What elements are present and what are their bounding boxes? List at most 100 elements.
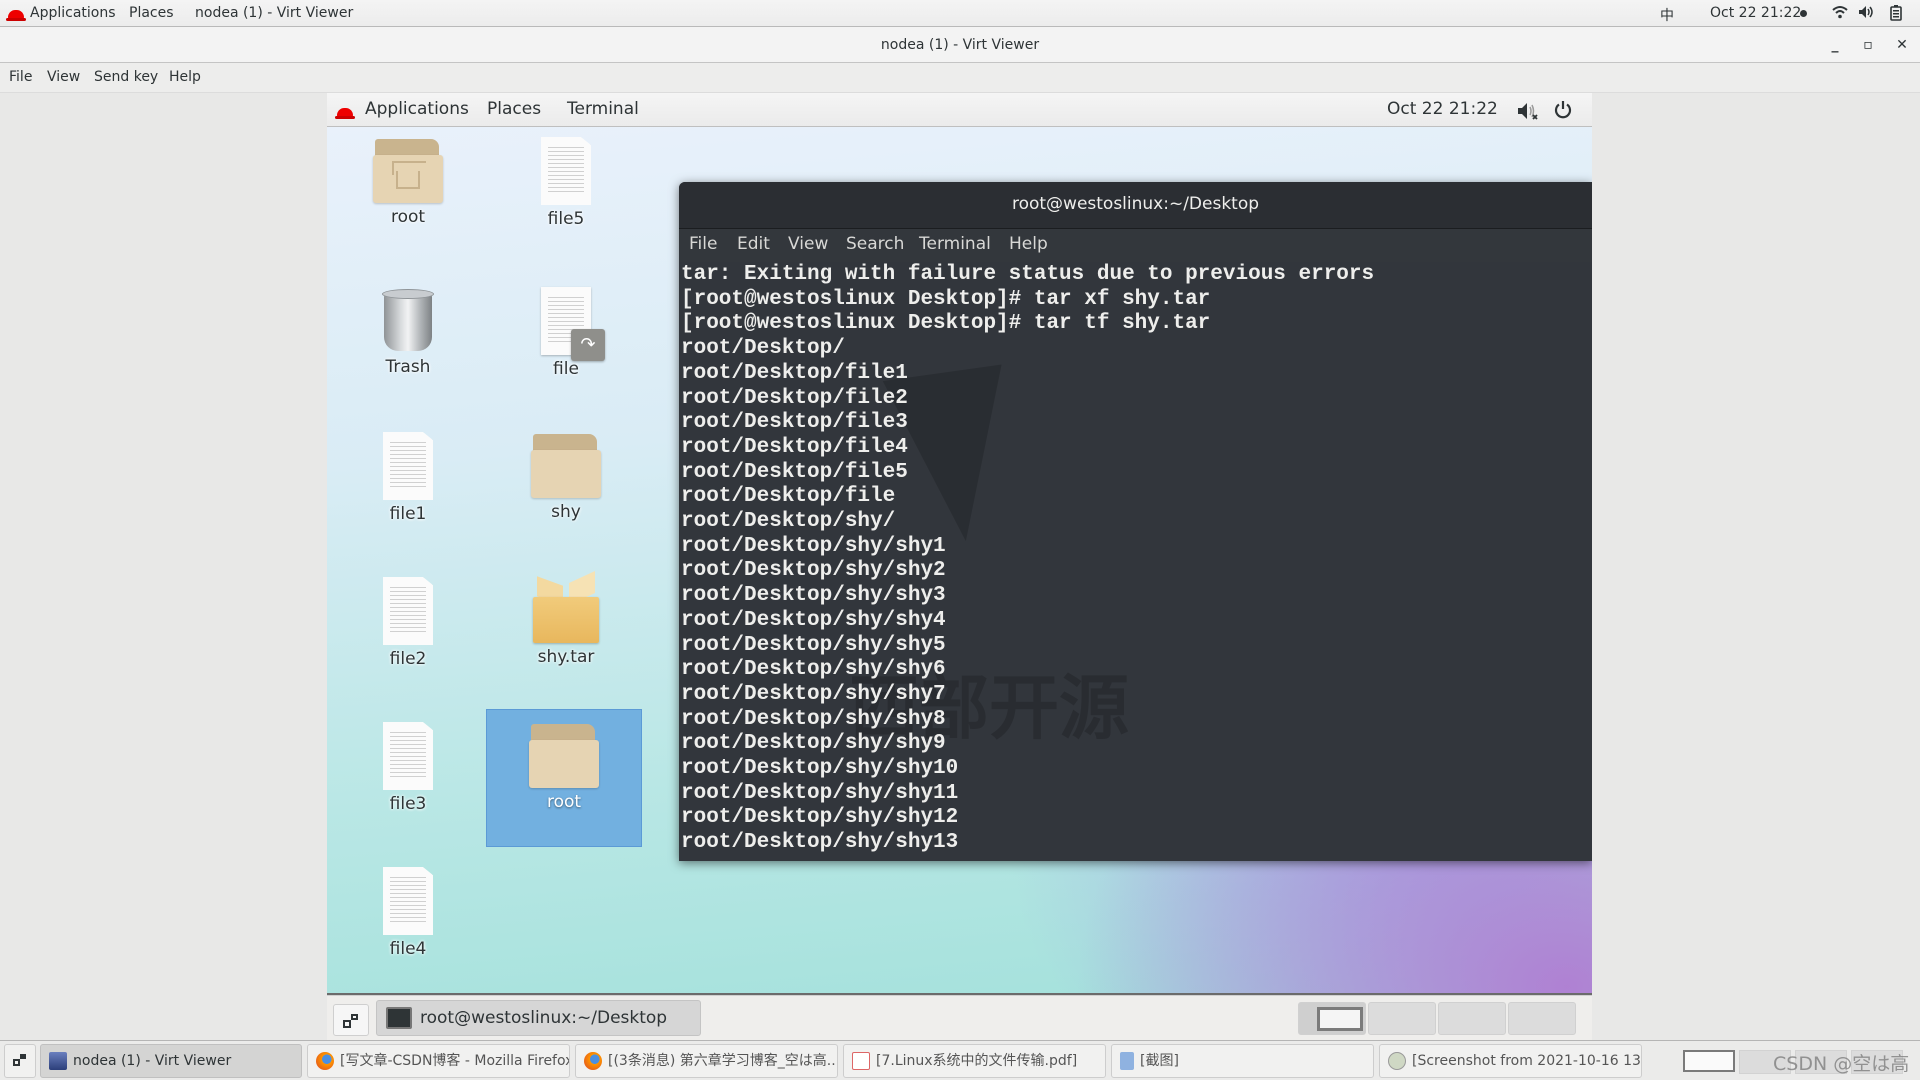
terminal-line: [root@westoslinux Desktop]# tar tf shy.t… (681, 312, 1211, 336)
terminal-menu-search[interactable]: Search (846, 234, 904, 254)
close-button[interactable]: ✕ (1887, 27, 1917, 63)
guest-clock[interactable]: Oct 22 21:22 (1387, 99, 1498, 119)
menu-view[interactable]: View (47, 69, 80, 85)
folder-icon (529, 722, 599, 788)
workspace-4[interactable] (1508, 1002, 1576, 1035)
input-method-indicator[interactable]: 中 (1660, 5, 1674, 25)
terminal-app-icon (386, 1007, 412, 1029)
app-menubar: File View Send key Help (0, 63, 1920, 93)
host-top-bar: Applications Places nodea (1) - Virt Vie… (0, 0, 1920, 27)
terminal-title-bar[interactable]: root@westoslinux:~/Desktop (679, 182, 1592, 229)
desktop-icon-root-folder[interactable]: root (486, 709, 642, 847)
host-active-window-label[interactable]: nodea (1) - Virt Viewer (195, 5, 353, 21)
host-task-firefox-blog[interactable]: [(3条消息) 第六章学习博客_空は高... (575, 1044, 838, 1078)
host-task-virt-viewer[interactable]: nodea (1) - Virt Viewer (40, 1044, 302, 1078)
guest-task-label: root@westoslinux:~/Desktop (420, 1008, 668, 1028)
archive-icon (533, 570, 599, 643)
desktop-icon-trash[interactable]: Trash (343, 287, 473, 377)
firefox-icon (316, 1052, 334, 1070)
symlink-arrow-icon: ↷ (571, 329, 605, 361)
document-icon (383, 577, 433, 645)
desktop-icon-file2[interactable]: file2 (343, 577, 473, 669)
desktop-icon-label: shy (551, 502, 581, 522)
volume-icon[interactable] (1858, 5, 1874, 23)
desktop-icon-file5[interactable]: file5 (501, 137, 631, 229)
terminal-line: root/Desktop/shy/shy2 (681, 559, 946, 583)
terminal-line: root/Desktop/file5 (681, 460, 908, 484)
document-link-icon: ↷ (541, 287, 605, 361)
window-title-bar[interactable]: nodea (1) - Virt Viewer _ ▫ ✕ (0, 27, 1920, 63)
terminal-menu-file[interactable]: File (689, 234, 717, 254)
guest-power-icon[interactable] (1553, 100, 1573, 125)
host-task-pdf[interactable]: [7.Linux系统中的文件传输.pdf] (843, 1044, 1106, 1078)
desktop-icon-file-link[interactable]: ↷ file (501, 287, 631, 379)
terminal-menu-terminal[interactable]: Terminal (919, 234, 991, 254)
home-folder-icon (373, 137, 443, 203)
host-task-label: [(3条消息) 第六章学习博客_空は高... (608, 1053, 838, 1069)
host-task-image-viewer[interactable]: [Screenshot from 2021-10-16 13-... (1379, 1044, 1642, 1078)
terminal-line: root/Desktop/shy/ (681, 510, 896, 534)
desktop-icon-shy[interactable]: shy (501, 432, 631, 522)
maximize-button[interactable]: ▫ (1853, 27, 1883, 63)
show-desktop-button[interactable] (333, 1004, 369, 1036)
terminal-line: root/Desktop/shy/shy8 (681, 707, 946, 731)
desktop-icon-label: shy.tar (537, 647, 595, 667)
host-places-menu[interactable]: Places (129, 5, 174, 21)
workspace-3[interactable] (1438, 1002, 1506, 1035)
host-task-firefox-csdn[interactable]: [写文章-CSDN博客 - Mozilla Firefox] (307, 1044, 570, 1078)
folder-icon (531, 432, 601, 498)
document-icon (383, 867, 433, 935)
workspace-2[interactable] (1368, 1002, 1436, 1035)
desktop-icon-file3[interactable]: file3 (343, 722, 473, 814)
host-task-screenshot-folder[interactable]: [截图] (1111, 1044, 1374, 1078)
guest-places-menu[interactable]: Places (487, 99, 541, 119)
document-icon (383, 722, 433, 790)
terminal-line: root/Desktop/shy/shy1 (681, 534, 946, 558)
terminal-menu-help[interactable]: Help (1009, 234, 1048, 254)
desktop-icon-file1[interactable]: file1 (343, 432, 473, 524)
host-clock[interactable]: Oct 22 21:22 (1710, 5, 1801, 21)
desktop-icon-label: file3 (389, 794, 427, 814)
host-taskbar: nodea (1) - Virt Viewer [写文章-CSDN博客 - Mo… (0, 1040, 1920, 1080)
virt-viewer-icon (49, 1052, 67, 1070)
host-show-desktop-button[interactable] (4, 1044, 36, 1078)
terminal-lines: tar: Exiting with failure status due to … (681, 263, 1374, 856)
host-task-label: [Screenshot from 2021-10-16 13-... (1412, 1053, 1642, 1069)
redhat-logo-icon (6, 8, 26, 24)
guest-volume-muted-icon[interactable] (1517, 101, 1539, 126)
terminal-line: root/Desktop/file1 (681, 361, 908, 385)
notification-dot-icon (1800, 10, 1807, 17)
terminal-line: root/Desktop/shy/shy10 (681, 757, 959, 781)
window-title: nodea (1) - Virt Viewer (880, 37, 1040, 53)
csdn-watermark: CSDN @空は高 (1773, 1053, 1910, 1075)
desktop-icon-label: file (553, 359, 579, 379)
minimize-button[interactable]: _ (1820, 27, 1850, 63)
guest-applications-menu[interactable]: Applications (365, 99, 469, 119)
battery-icon[interactable] (1890, 5, 1902, 25)
host-applications-menu[interactable]: Applications (30, 5, 116, 21)
host-task-label: [7.Linux系统中的文件传输.pdf] (876, 1053, 1078, 1069)
terminal-window[interactable]: root@westoslinux:~/Desktop File Edit Vie… (679, 182, 1592, 861)
desktop-icon-label: Trash (385, 357, 431, 377)
desktop-icon-file4[interactable]: file4 (343, 867, 473, 959)
guest-desktop[interactable]: root Trash file1 file2 file3 file4 file5 (327, 127, 1592, 995)
terminal-line: root/Desktop/shy/shy11 (681, 781, 959, 805)
wifi-icon[interactable] (1832, 5, 1848, 23)
terminal-menu-edit[interactable]: Edit (737, 234, 770, 254)
guest-task-terminal[interactable]: root@westoslinux:~/Desktop (376, 1000, 701, 1036)
menu-send-key[interactable]: Send key (94, 69, 158, 85)
host-workspace-1[interactable] (1683, 1050, 1735, 1072)
desktop-icon-label: file2 (389, 649, 427, 669)
guest-terminal-menu[interactable]: Terminal (567, 99, 639, 119)
desktop-icon-root-home[interactable]: root (343, 137, 473, 227)
terminal-output[interactable]: 西部开源 tar: Exiting with failure status du… (679, 262, 1592, 861)
desktop-icon-shy-tar[interactable]: shy.tar (501, 570, 631, 667)
guest-display[interactable]: Applications Places Terminal Oct 22 21:2… (327, 93, 1592, 1040)
workspace-1[interactable] (1298, 1002, 1366, 1035)
terminal-line: root/Desktop/file2 (681, 386, 908, 410)
terminal-line: root/Desktop/shy/shy12 (681, 806, 959, 830)
menu-help[interactable]: Help (169, 69, 201, 85)
terminal-line: root/Desktop/shy/shy4 (681, 608, 946, 632)
terminal-menu-view[interactable]: View (788, 234, 828, 254)
menu-file[interactable]: File (9, 69, 32, 85)
